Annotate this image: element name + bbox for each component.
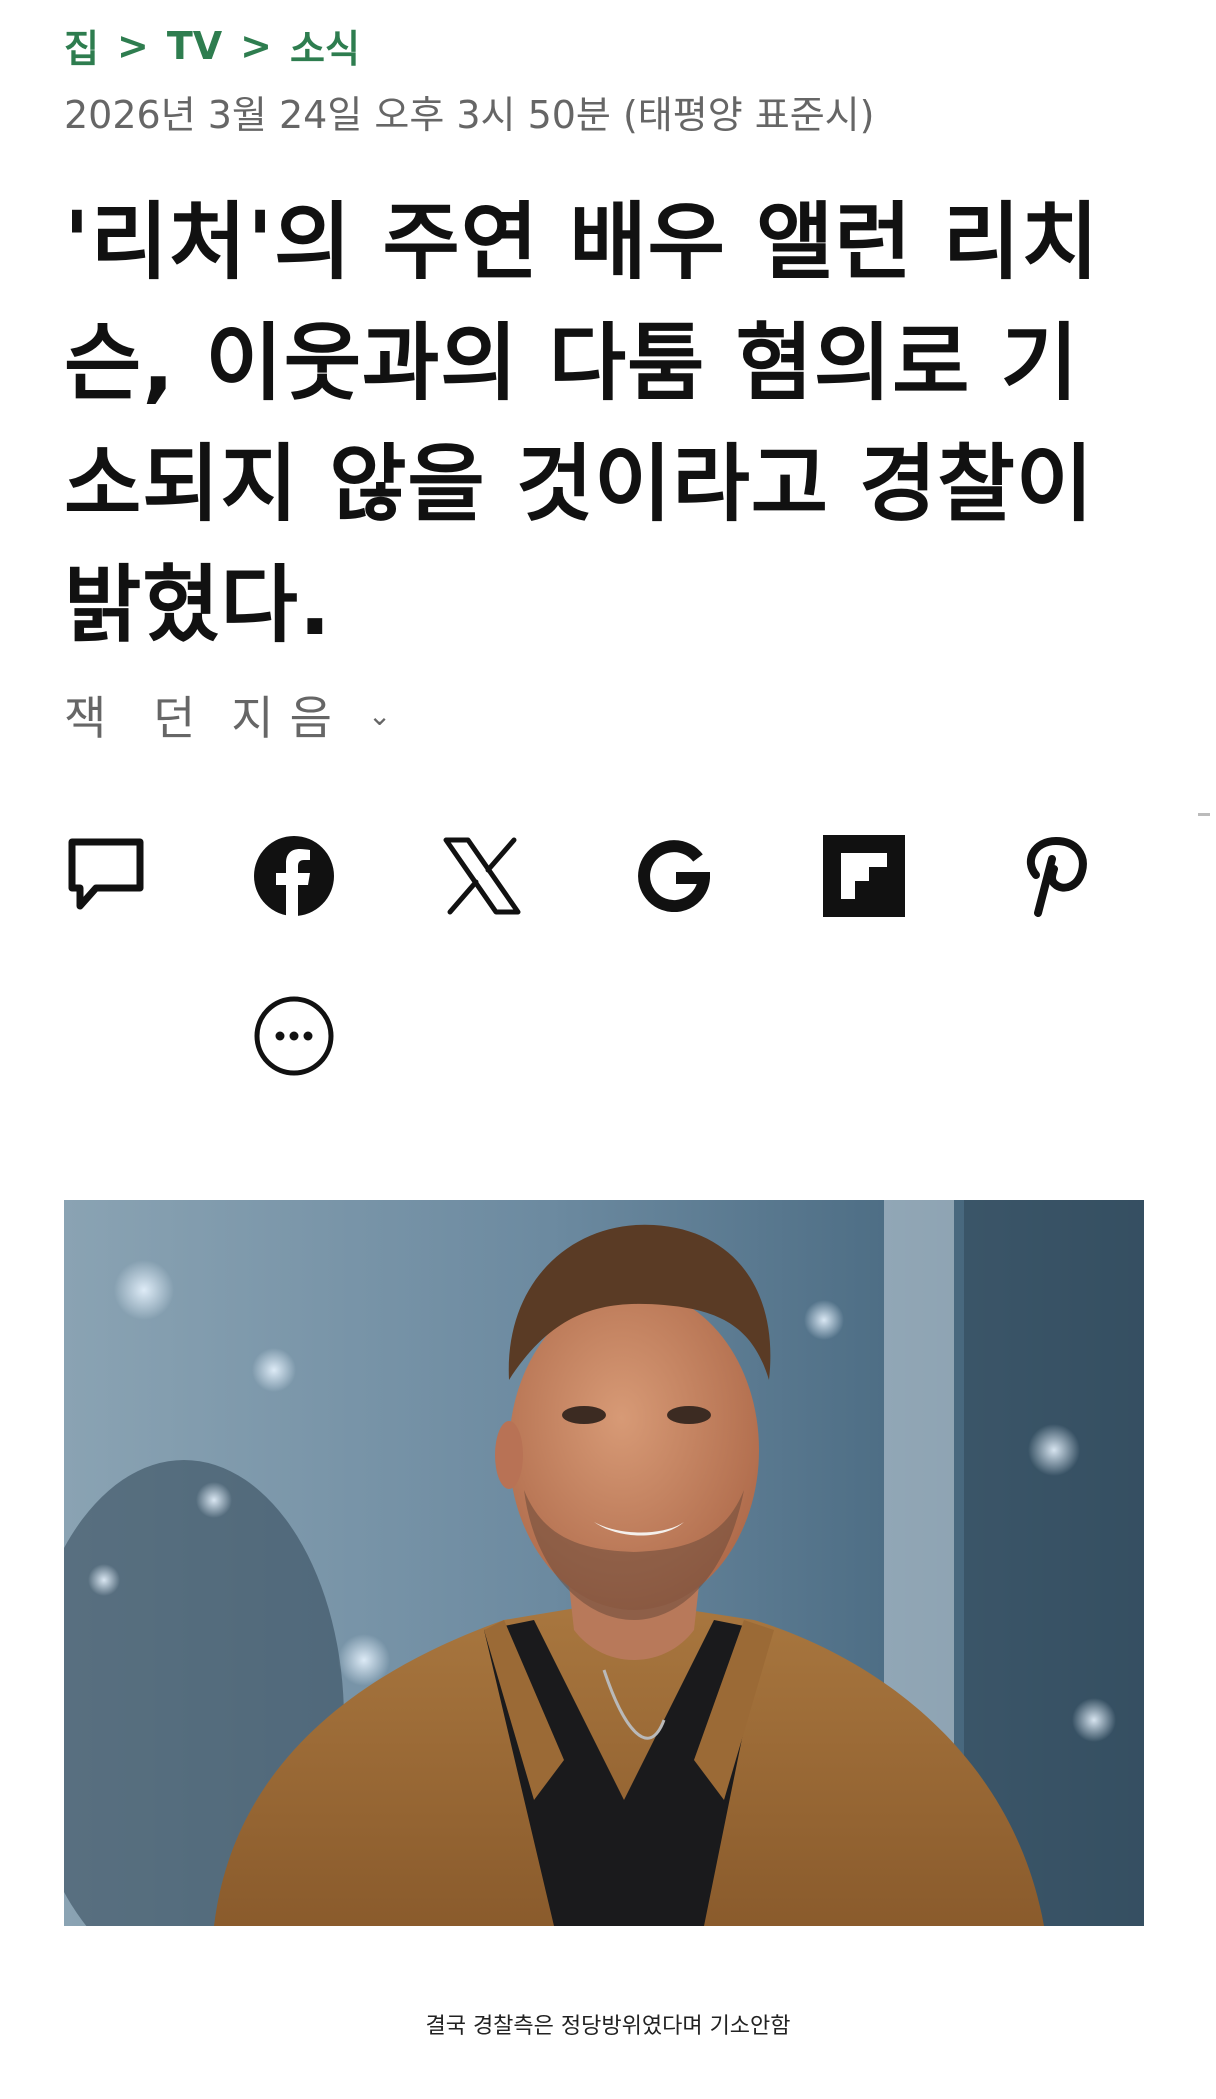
more-share-button[interactable] (252, 994, 336, 1078)
byline[interactable]: 잭 던 지음 ⌄ (64, 682, 391, 748)
flipboard-share-button[interactable] (822, 834, 906, 918)
author-name[interactable]: 잭 던 (64, 682, 211, 748)
breadcrumb-news-link[interactable]: 소식 (290, 18, 360, 73)
share-toolbar (64, 834, 1164, 924)
publish-timestamp: 2026년 3월 24일 오후 3시 50분 (태평양 표준시) (64, 93, 875, 137)
comment-icon (68, 838, 144, 910)
google-icon (638, 840, 710, 912)
breadcrumb-separator: > (240, 23, 272, 68)
chevron-down-icon[interactable]: ⌄ (368, 699, 391, 732)
more-icon (254, 996, 334, 1076)
google-share-button[interactable] (632, 834, 716, 918)
scroll-indicator (1198, 813, 1210, 816)
pinterest-icon (1026, 836, 1087, 917)
x-icon (443, 837, 521, 915)
facebook-share-button[interactable] (252, 834, 336, 918)
article-headline: '리처'의 주연 배우 앨런 리치슨, 이웃과의 다툼 혐의로 기소되지 않을 … (64, 193, 1100, 654)
breadcrumb: 집 > TV > 소식 (64, 18, 360, 73)
breadcrumb-home-link[interactable]: 집 (64, 18, 99, 73)
facebook-icon (254, 836, 334, 917)
byline-suffix: 지음 (231, 691, 348, 745)
pinterest-share-button[interactable] (1012, 834, 1096, 918)
article-photo (64, 1200, 1144, 1926)
flipboard-icon (823, 835, 905, 917)
photo-caption: 결국 경찰측은 정당방위였다며 기소안함 (425, 2014, 791, 2039)
comment-button[interactable] (64, 834, 148, 918)
breadcrumb-separator: > (116, 23, 149, 68)
x-share-button[interactable] (440, 834, 524, 918)
breadcrumb-tv-link[interactable]: TV (167, 24, 222, 68)
